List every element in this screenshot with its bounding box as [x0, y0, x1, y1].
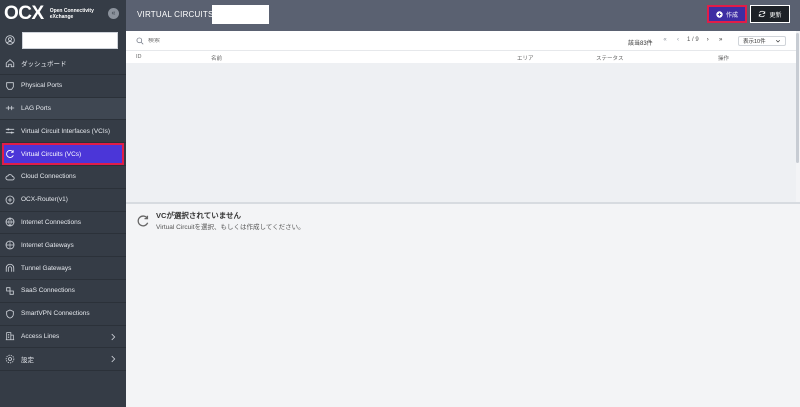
- user-row: [0, 29, 126, 51]
- prev-page-button[interactable]: ‹: [674, 36, 682, 44]
- shield-icon: [6, 309, 14, 319]
- building-icon: [5, 332, 15, 341]
- saas-icon: [6, 287, 14, 295]
- page-size-select[interactable]: 表示10件: [738, 36, 786, 46]
- sidebar-item-lag-ports[interactable]: LAG Ports: [0, 97, 126, 120]
- sidebar-item-dashboard[interactable]: ダッシュボード: [0, 52, 126, 74]
- empty-state-description: Virtual Circuitを選択、もしくは作成してください。: [156, 224, 305, 231]
- sidebar-item-cloud-connections[interactable]: Cloud Connections: [0, 166, 126, 188]
- search-input[interactable]: [148, 38, 228, 44]
- lag-icon: [5, 106, 15, 111]
- empty-state-title: VCが選択されていません: [156, 211, 241, 220]
- list-toolbar: 該当83件 « ‹ 1 / 9 › » 表示10件: [126, 31, 800, 51]
- sidebar-item-saas-connections[interactable]: SaaS Connections: [0, 280, 126, 302]
- brand: OCX Open Connectivity eXchange «: [0, 0, 126, 28]
- result-count: 該当83件: [628, 41, 653, 47]
- circuit-icon: [137, 215, 149, 227]
- sidebar-item-tunnel-gateways[interactable]: Tunnel Gateways: [0, 257, 126, 279]
- column-header-name[interactable]: 名前: [211, 54, 222, 62]
- chevron-right-icon: [111, 333, 116, 340]
- chevron-down-icon: [776, 40, 780, 43]
- ocx-logo[interactable]: OCX: [4, 3, 44, 25]
- collapse-sidebar-button[interactable]: «: [108, 8, 119, 19]
- column-header-area[interactable]: エリア: [517, 54, 534, 62]
- home-icon: [5, 58, 15, 68]
- next-page-button[interactable]: ›: [704, 36, 712, 44]
- gear-icon: [5, 355, 15, 364]
- column-header-actions: 操作: [718, 56, 730, 62]
- pagination: « ‹ 1 / 9 › »: [661, 36, 725, 44]
- tunnel-icon: [5, 263, 15, 272]
- page-header: VIRTUAL CIRCUITS 作成 更新: [126, 0, 800, 31]
- column-header-status[interactable]: ステータス: [596, 54, 624, 62]
- detail-panel: VCが選択されていません Virtual Circuitを選択、もしくは作成して…: [126, 204, 800, 407]
- sidebar: OCX Open Connectivity eXchange « ダッシュボード…: [0, 0, 126, 407]
- sidebar-item-settings[interactable]: 設定: [0, 348, 126, 370]
- circuit-icon: [6, 150, 14, 158]
- account-selector[interactable]: [22, 31, 118, 49]
- sidebar-item-access-lines[interactable]: Access Lines: [0, 326, 126, 348]
- plus-circle-icon: [716, 10, 723, 18]
- cloud-icon: [5, 174, 15, 181]
- page-title: VIRTUAL CIRCUITS: [137, 10, 214, 19]
- router-icon: [5, 195, 15, 205]
- port-icon: [6, 81, 14, 90]
- redacted-title-box: [212, 5, 269, 24]
- scrollbar-thumb[interactable]: [796, 33, 799, 163]
- refresh-icon: [759, 10, 766, 18]
- refresh-button[interactable]: 更新: [750, 5, 790, 23]
- create-button[interactable]: 作成: [707, 5, 747, 23]
- table-header: ID 名前 エリア ステータス 操作: [126, 51, 796, 63]
- search-icon: [136, 37, 144, 45]
- sidebar-nav: ダッシュボード Physical Ports LAG Ports Virtual…: [0, 52, 126, 372]
- sidebar-item-smartvpn-connections[interactable]: SmartVPN Connections: [0, 303, 126, 325]
- column-header-id[interactable]: ID: [136, 54, 142, 60]
- sidebar-item-virtual-circuits[interactable]: Virtual Circuits (VCs): [2, 143, 124, 165]
- user-icon: [5, 35, 15, 45]
- sidebar-item-vcis[interactable]: Virtual Circuit Interfaces (VCIs): [0, 120, 126, 142]
- sidebar-item-physical-ports[interactable]: Physical Ports: [0, 75, 126, 97]
- divider: [0, 370, 126, 372]
- chevron-right-icon: [111, 356, 116, 363]
- page-indicator: 1 / 9: [687, 37, 699, 43]
- first-page-button[interactable]: «: [661, 36, 669, 44]
- sidebar-item-internet-connections[interactable]: Internet Connections: [0, 212, 126, 234]
- last-page-button[interactable]: »: [717, 36, 725, 44]
- sliders-icon: [5, 128, 15, 134]
- search-box: [136, 37, 228, 45]
- sidebar-item-internet-gateways[interactable]: Internet Gateways: [0, 234, 126, 256]
- logo-subtitle: Open Connectivity eXchange: [49, 8, 94, 20]
- sidebar-item-ocx-router[interactable]: OCX-Router(v1): [0, 189, 126, 211]
- table-body: [126, 63, 796, 202]
- globe-icon: [5, 218, 15, 227]
- gateway-globe-icon: [5, 240, 15, 250]
